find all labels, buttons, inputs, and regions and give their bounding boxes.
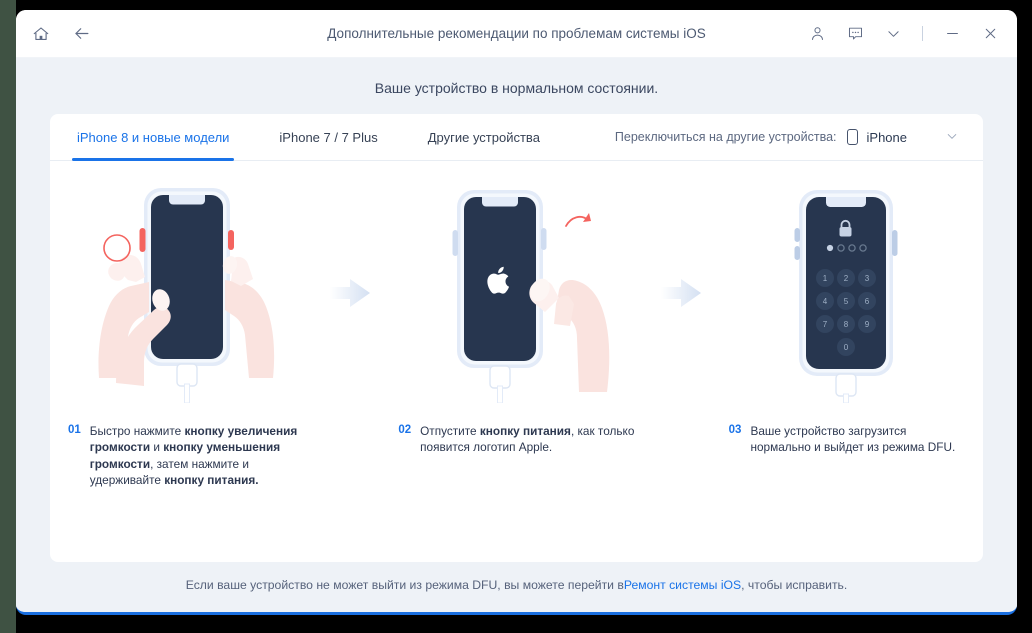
tab-iphone-7[interactable]: iPhone 7 / 7 Plus	[276, 114, 380, 160]
tab-iphone-8-and-newer[interactable]: iPhone 8 и новые модели	[71, 114, 235, 161]
switch-device-area: Переключиться на другие устройства: iPho…	[615, 114, 959, 160]
title-bar-divider	[922, 26, 923, 41]
chevron-down-icon[interactable]	[882, 23, 904, 45]
title-bar-left-controls	[30, 23, 92, 45]
close-button[interactable]	[979, 23, 1001, 45]
step-1-text: Быстро нажмите кнопку увеличения громкос…	[89, 424, 298, 487]
svg-text:5: 5	[844, 297, 849, 306]
device-status-message: Ваше устройство в нормальном состоянии.	[374, 80, 659, 96]
window-body: Ваше устройство в нормальном состоянии. …	[16, 58, 1017, 612]
illustration-hands-volume-buttons	[50, 175, 322, 405]
step-2-number: 02	[398, 424, 412, 436]
step-3-number: 03	[728, 424, 742, 436]
illustration-apple-logo-release-power	[380, 175, 652, 405]
tab-other-devices[interactable]: Другие устройства	[425, 114, 543, 160]
svg-text:2: 2	[844, 274, 849, 283]
illustration-lockscreen-keypad: 1 2 3 4 5 6 7 8 9 0	[711, 175, 983, 405]
step-3-caption: 03 Ваше устройство загрузится нормально …	[711, 405, 983, 456]
title-bar-right-controls	[806, 23, 1001, 45]
svg-text:7: 7	[823, 320, 828, 329]
minimize-button[interactable]	[941, 23, 963, 45]
switch-device-label: Переключиться на другие устройства:	[614, 130, 837, 144]
device-tabs: iPhone 8 и новые модели iPhone 7 / 7 Plu…	[50, 114, 983, 161]
step-3: 1 2 3 4 5 6 7 8 9 0 03 Ваше устройство з…	[711, 175, 983, 562]
right-arrow-icon	[660, 279, 701, 307]
desktop-left-strip	[0, 0, 16, 633]
svg-text:1: 1	[823, 274, 828, 283]
svg-text:4: 4	[823, 297, 828, 306]
step-2-text: Отпустите кнопку питания, как только поя…	[420, 424, 635, 455]
right-arrow-icon	[330, 279, 371, 307]
footer-text-before: Если ваше устройство не может выйти из р…	[185, 577, 624, 592]
switch-device-value: iPhone	[866, 129, 907, 145]
svg-text:0: 0	[844, 343, 849, 352]
back-arrow-icon[interactable]	[70, 23, 92, 45]
svg-text:3: 3	[865, 274, 870, 283]
step-1-caption: 01 Быстро нажмите кнопку увеличения гром…	[50, 405, 322, 488]
app-window: Дополнительные рекомендации по проблемам…	[16, 10, 1017, 615]
arrow-1-cell	[322, 175, 380, 562]
title-bar: Дополнительные рекомендации по проблемам…	[16, 10, 1017, 58]
svg-text:9: 9	[865, 320, 870, 329]
step-1-number: 01	[68, 424, 81, 436]
arrow-2-cell	[653, 175, 711, 562]
dfu-steps: 01 Быстро нажмите кнопку увеличения гром…	[50, 161, 983, 562]
chevron-down-icon[interactable]	[945, 129, 959, 146]
step-1: 01 Быстро нажмите кнопку увеличения гром…	[50, 175, 322, 562]
footer-hint: Если ваше устройство не может выйти из р…	[50, 562, 983, 607]
step-3-text: Ваше устройство загрузится нормально и в…	[750, 424, 956, 455]
switch-device-select[interactable]: iPhone	[846, 129, 907, 145]
phone-icon	[846, 129, 858, 145]
step-2-caption: 02 Отпустите кнопку питания, как только …	[380, 405, 652, 456]
svg-text:8: 8	[844, 320, 849, 329]
footer-text-after: , чтобы исправить.	[741, 577, 848, 592]
feedback-chat-icon[interactable]	[844, 23, 866, 45]
content-card: iPhone 8 и новые модели iPhone 7 / 7 Plu…	[50, 114, 983, 562]
ios-system-repair-link[interactable]: Ремонт системы iOS	[624, 578, 741, 592]
home-icon[interactable]	[30, 23, 52, 45]
user-account-icon[interactable]	[806, 23, 828, 45]
svg-text:6: 6	[865, 297, 870, 306]
step-2: 02 Отпустите кнопку питания, как только …	[380, 175, 652, 562]
